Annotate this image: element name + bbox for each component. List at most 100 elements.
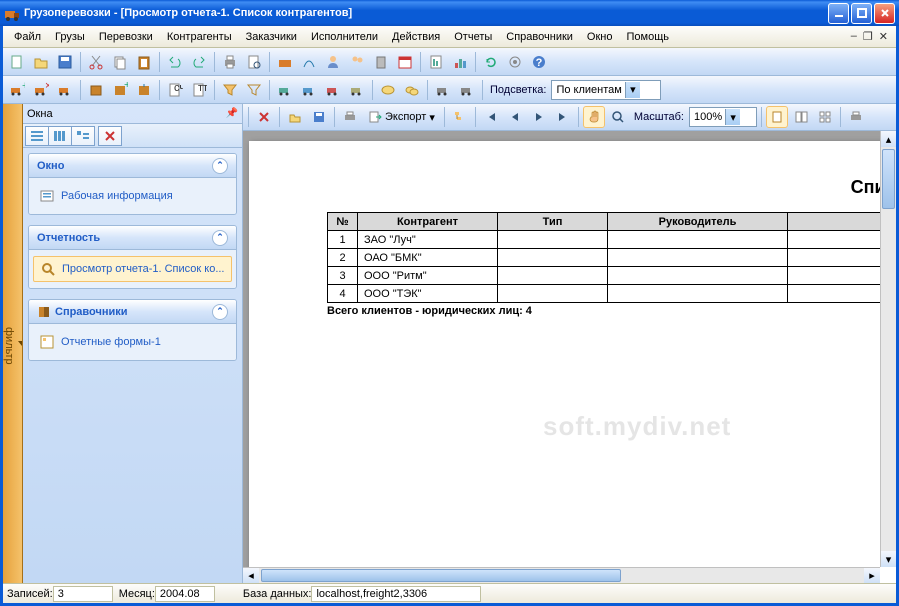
tb-cut-icon[interactable] xyxy=(85,51,107,73)
tb2-box-icon[interactable] xyxy=(85,79,107,101)
form-icon xyxy=(39,334,55,350)
scroll-left-icon[interactable]: ◂ xyxy=(243,568,259,583)
tb2-truck-3-icon[interactable] xyxy=(322,79,344,101)
mdi-close-icon[interactable]: ✕ xyxy=(879,30,888,43)
cell-contractor: ОАО "БМК" xyxy=(358,249,498,267)
tb-building-icon[interactable] xyxy=(370,51,392,73)
menu-reports[interactable]: Отчеты xyxy=(447,29,499,45)
panel-window-header[interactable]: Окно ⌃ xyxy=(29,154,236,178)
pv-close-icon[interactable] xyxy=(253,106,275,128)
tb-calendar-icon[interactable] xyxy=(394,51,416,73)
tb2-truck-a-icon[interactable] xyxy=(432,79,454,101)
tb-copy-icon[interactable] xyxy=(109,51,131,73)
tb-users-icon[interactable] xyxy=(346,51,368,73)
tb-user-icon[interactable] xyxy=(322,51,344,73)
pv-save-icon[interactable] xyxy=(308,106,330,128)
tb-chart-icon[interactable] xyxy=(449,51,471,73)
sidebar-item-report-view[interactable]: Просмотр отчета-1. Список ко... xyxy=(33,256,232,282)
scroll-thumb[interactable] xyxy=(882,149,895,209)
tb-redo-icon[interactable] xyxy=(188,51,210,73)
pv-open-icon[interactable] xyxy=(284,106,306,128)
menu-cargo[interactable]: Грузы xyxy=(48,29,92,45)
pv-zoom-icon[interactable] xyxy=(607,106,629,128)
tb2-ttn-icon[interactable]: ттн xyxy=(188,79,210,101)
tb2-money2-icon[interactable] xyxy=(401,79,423,101)
tb2-truck-edit-icon[interactable] xyxy=(54,79,76,101)
tb2-filter-icon[interactable] xyxy=(219,79,241,101)
menu-references[interactable]: Справочники xyxy=(499,29,580,45)
scroll-down-icon[interactable]: ▾ xyxy=(881,551,896,567)
tb-undo-icon[interactable] xyxy=(164,51,186,73)
pv-pages2-icon[interactable] xyxy=(790,106,812,128)
tb-report-icon[interactable] xyxy=(425,51,447,73)
tb-open-icon[interactable] xyxy=(30,51,52,73)
mdi-minimize-icon[interactable]: – xyxy=(851,30,857,43)
close-button[interactable] xyxy=(874,3,895,24)
tb2-invoice-icon[interactable]: счет xyxy=(164,79,186,101)
view-close-icon[interactable] xyxy=(98,126,122,146)
menu-contractors[interactable]: Контрагенты xyxy=(160,29,239,45)
pv-hand-icon[interactable] xyxy=(583,106,605,128)
tb2-truck-2-icon[interactable] xyxy=(298,79,320,101)
tb2-money-icon[interactable] xyxy=(377,79,399,101)
pv-first-icon[interactable] xyxy=(480,106,502,128)
tb-save-icon[interactable] xyxy=(54,51,76,73)
pv-print2-icon[interactable] xyxy=(845,106,867,128)
tb2-truck-4-icon[interactable] xyxy=(346,79,368,101)
report-footer: Всего клиентов - юридических лиц: 4 xyxy=(327,305,896,317)
pv-page-icon[interactable] xyxy=(766,106,788,128)
tb2-truck-add-icon[interactable]: + xyxy=(6,79,28,101)
tb-new-icon[interactable] xyxy=(6,51,28,73)
pv-tree-icon[interactable] xyxy=(449,106,471,128)
menu-transport[interactable]: Перевозки xyxy=(92,29,160,45)
tb2-truck-1-icon[interactable] xyxy=(274,79,296,101)
pv-print-icon[interactable] xyxy=(339,106,361,128)
tb-cargo-icon[interactable] xyxy=(274,51,296,73)
menu-window[interactable]: Окно xyxy=(580,29,620,45)
pv-zoom-dropdown[interactable]: 100% ▾ xyxy=(689,107,757,127)
mdi-restore-icon[interactable]: ❐ xyxy=(863,30,873,43)
view-list-icon[interactable] xyxy=(25,126,49,146)
tb2-filter2-icon[interactable] xyxy=(243,79,265,101)
view-columns-icon[interactable] xyxy=(48,126,72,146)
horizontal-scrollbar[interactable]: ◂ ▸ xyxy=(243,567,880,583)
vertical-scrollbar[interactable]: ▴ ▾ xyxy=(880,131,896,567)
pv-prev-icon[interactable] xyxy=(504,106,526,128)
sidebar-item-workinfo[interactable]: Рабочая информация xyxy=(33,184,232,208)
pv-next-icon[interactable] xyxy=(528,106,550,128)
svg-text:?: ? xyxy=(536,57,543,69)
menu-actions[interactable]: Действия xyxy=(385,29,447,45)
tb-print-icon[interactable] xyxy=(219,51,241,73)
tb2-box-add-icon[interactable]: + xyxy=(109,79,131,101)
pin-icon[interactable]: 📌 xyxy=(226,108,238,119)
tb-route-icon[interactable] xyxy=(298,51,320,73)
tb-settings-icon[interactable] xyxy=(504,51,526,73)
menu-executors[interactable]: Исполнители xyxy=(304,29,385,45)
panel-reports-header[interactable]: Отчетность ⌃ xyxy=(29,226,236,250)
highlight-label: Подсветка: xyxy=(487,84,549,96)
menu-customers[interactable]: Заказчики xyxy=(239,29,304,45)
menu-file[interactable]: Файл xyxy=(7,29,48,45)
highlight-dropdown[interactable]: По клиентам ▾ xyxy=(551,80,661,100)
pv-export-button[interactable]: Экспорт ▾ xyxy=(363,106,440,128)
tb2-truck-b-icon[interactable] xyxy=(456,79,478,101)
panel-references-header[interactable]: Справочники ⌃ xyxy=(29,300,236,324)
cell-num: 2 xyxy=(328,249,358,267)
tb-paste-icon[interactable] xyxy=(133,51,155,73)
minimize-button[interactable] xyxy=(828,3,849,24)
sidebar-item-report-forms[interactable]: Отчетные формы-1 xyxy=(33,330,232,354)
tb-preview-icon[interactable] xyxy=(243,51,265,73)
filter-tab[interactable]: фильтр xyxy=(3,104,23,583)
view-tree-icon[interactable] xyxy=(71,126,95,146)
pv-pages4-icon[interactable] xyxy=(814,106,836,128)
tb-help-icon[interactable]: ? xyxy=(528,51,550,73)
pv-last-icon[interactable] xyxy=(552,106,574,128)
tb-refresh-icon[interactable] xyxy=(480,51,502,73)
maximize-button[interactable] xyxy=(851,3,872,24)
tb2-box-link-icon[interactable] xyxy=(133,79,155,101)
scroll-thumb[interactable] xyxy=(261,569,621,582)
tb2-truck-del-icon[interactable]: × xyxy=(30,79,52,101)
scroll-right-icon[interactable]: ▸ xyxy=(864,568,880,583)
menu-help[interactable]: Помощь xyxy=(619,29,676,45)
scroll-up-icon[interactable]: ▴ xyxy=(881,131,896,147)
